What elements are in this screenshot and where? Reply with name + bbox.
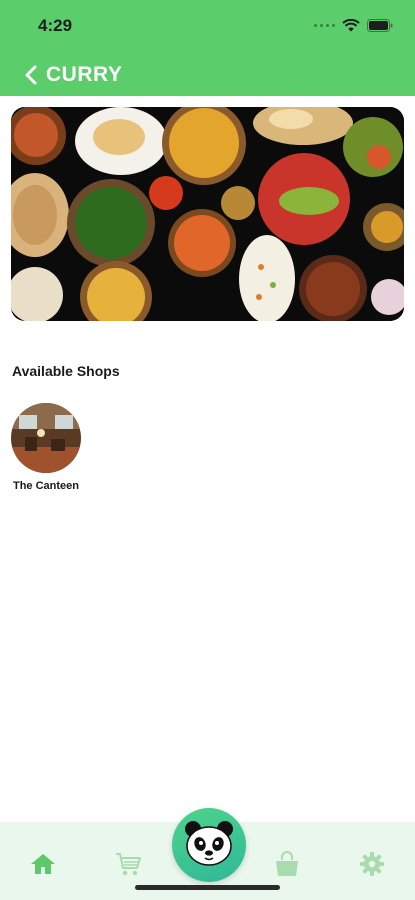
shop-avatar[interactable] [11,403,81,473]
home-indicator [135,885,280,890]
nav-settings[interactable] [358,850,386,878]
status-time: 4:29 [38,16,73,35]
cellular-signal-icon [314,23,335,27]
shop-name: The Canteen [12,480,79,492]
chevron-left-icon[interactable] [24,65,38,85]
app-header: 4:29 CURRY [0,0,415,96]
back-navigation[interactable]: CURRY [24,60,122,90]
available-shops-heading: Available Shops [12,363,120,379]
battery-icon [367,18,393,32]
panda-center-button[interactable] [172,808,246,882]
cart-icon[interactable] [114,851,142,877]
page-title: CURRY [46,63,123,86]
home-icon[interactable] [30,852,56,876]
nav-home[interactable] [29,850,57,878]
shopping-bag-icon[interactable] [273,850,301,878]
food-banner-image [11,107,404,321]
gear-icon[interactable] [359,851,385,877]
status-icons [314,17,393,33]
shop-card[interactable]: The Canteen [11,403,81,494]
panda-icon[interactable] [184,820,234,871]
wifi-icon [342,18,360,32]
nav-bag[interactable] [273,850,301,878]
nav-cart[interactable] [114,850,142,878]
